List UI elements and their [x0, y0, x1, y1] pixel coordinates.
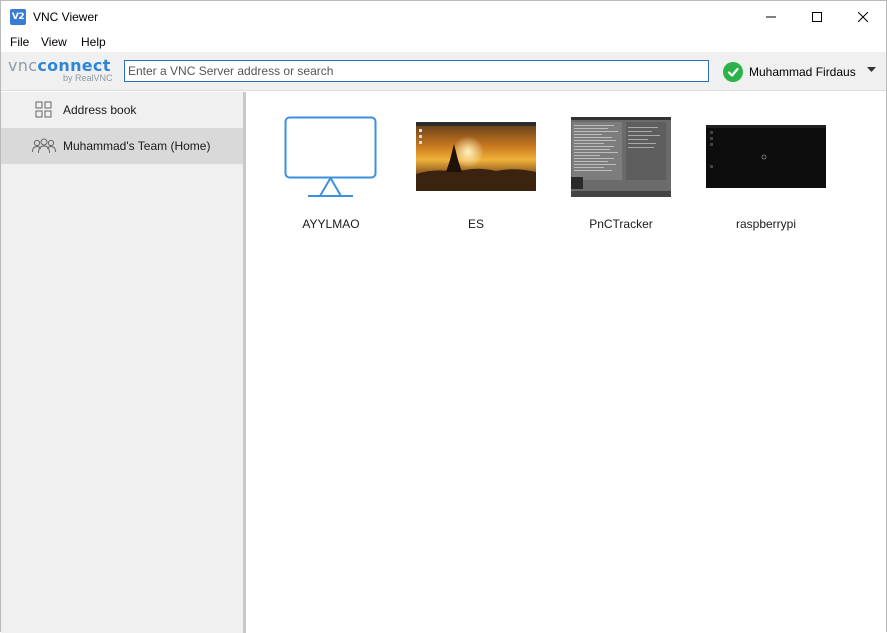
desktop-thumbnail	[416, 122, 536, 191]
sidebar-item-label: Address book	[63, 103, 137, 117]
computer-tile-ayylmao[interactable]: AYYLMAO	[266, 100, 396, 231]
chevron-down-icon[interactable]	[867, 67, 876, 73]
logo-vnc-text: vnc	[8, 56, 38, 75]
signed-in-check-icon	[723, 62, 743, 82]
team-icon	[32, 138, 56, 154]
menu-view[interactable]: View	[41, 35, 67, 49]
computer-grid: AYYLMAO ES PnCTracker raspberrypi	[246, 92, 886, 633]
menu-file[interactable]: File	[10, 35, 29, 49]
window-title: VNC Viewer	[33, 10, 99, 24]
vnc-connect-logo: vncconnect by RealVNC	[8, 56, 118, 86]
user-name: Muhammad Firdaus	[749, 65, 856, 79]
grid-icon	[35, 101, 52, 118]
logo-subtitle: by RealVNC	[63, 73, 113, 83]
menu-bar: File View Help	[1, 33, 886, 52]
menu-help[interactable]: Help	[81, 35, 106, 49]
computer-name: ES	[467, 217, 484, 231]
vnc-viewer-window: V2 VNC Viewer File View Help vncconnect …	[0, 0, 887, 633]
computer-tile-raspberrypi[interactable]: raspberrypi	[701, 100, 831, 231]
sidebar: Address book Muhammad's Team (Home)	[1, 92, 243, 633]
minimize-button[interactable]	[748, 1, 794, 33]
computer-tile-pnctracker[interactable]: PnCTracker	[556, 100, 686, 231]
sidebar-item-label: Muhammad's Team (Home)	[63, 139, 211, 153]
toolbar: vncconnect by RealVNC Muhammad Firdaus	[1, 52, 886, 91]
computer-name: AYYLMAO	[302, 217, 360, 231]
search-input[interactable]	[124, 60, 709, 82]
computer-name: PnCTracker	[589, 217, 653, 231]
sidebar-item-team[interactable]: Muhammad's Team (Home)	[1, 128, 243, 164]
monitor-icon	[284, 116, 377, 197]
sidebar-item-address-book[interactable]: Address book	[1, 92, 243, 128]
maximize-icon	[812, 12, 822, 22]
computer-name: raspberrypi	[735, 217, 797, 231]
desktop-thumbnail	[571, 117, 671, 197]
desktop-thumbnail	[706, 125, 826, 188]
computer-tile-es[interactable]: ES	[411, 100, 541, 231]
minimize-icon	[766, 16, 776, 18]
title-bar: V2 VNC Viewer	[1, 1, 886, 33]
vnc-app-icon: V2	[10, 9, 26, 25]
close-icon	[858, 12, 868, 22]
close-button[interactable]	[840, 1, 886, 33]
maximize-button[interactable]	[794, 1, 840, 33]
user-account-button[interactable]: Muhammad Firdaus	[723, 61, 856, 83]
